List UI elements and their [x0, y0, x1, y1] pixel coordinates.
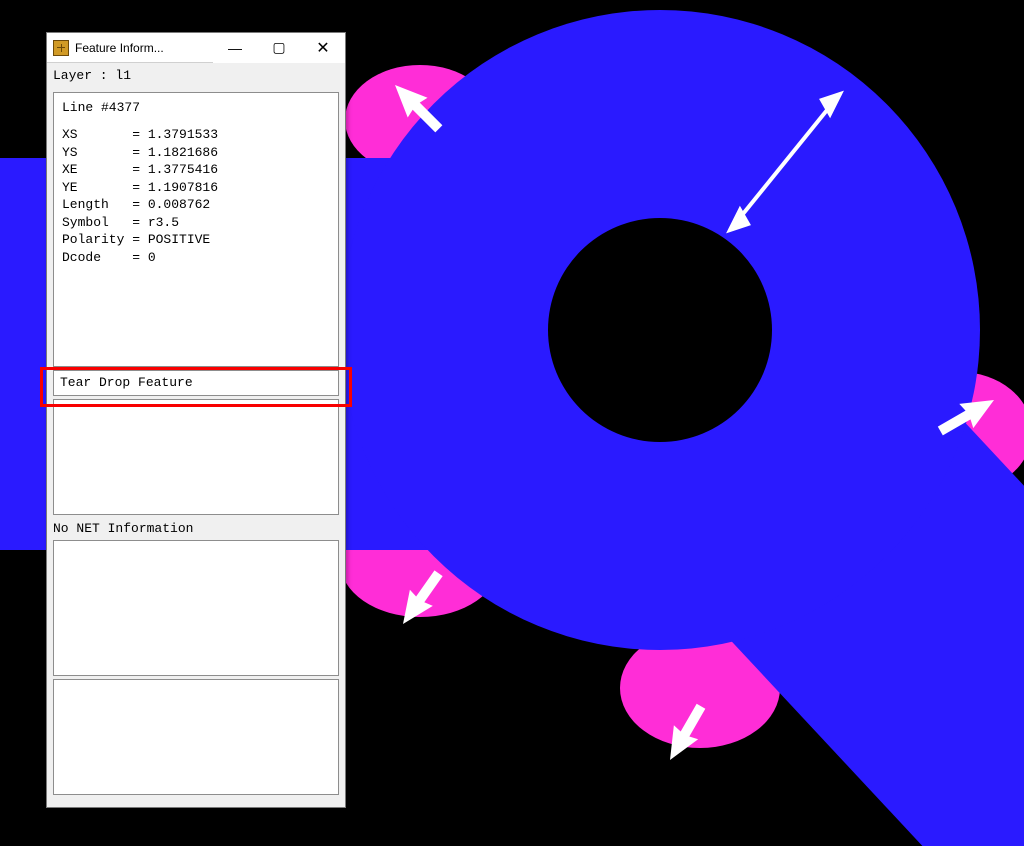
- property-row: Length = 0.008762: [62, 196, 330, 214]
- titlebar[interactable]: Feature Inform... — ▢ ✕: [47, 33, 345, 63]
- minimize-button[interactable]: —: [213, 33, 257, 63]
- feature-properties-list: XS = 1.3791533YS = 1.1821686XE = 1.37754…: [62, 126, 330, 266]
- net-info-label: No NET Information: [47, 518, 345, 538]
- net-pane-2: [53, 679, 339, 795]
- layer-label: Layer : l1: [47, 63, 345, 89]
- feature-title: Line #4377: [62, 99, 330, 117]
- feature-type-pane: Tear Drop Feature: [53, 370, 339, 396]
- attributes-pane: [53, 399, 339, 515]
- window-title: Feature Inform...: [75, 41, 213, 55]
- property-row: XS = 1.3791533: [62, 126, 330, 144]
- app-icon: [53, 40, 69, 56]
- feature-info-dialog: Feature Inform... — ▢ ✕ Layer : l1 Line …: [46, 32, 346, 808]
- maximize-button[interactable]: ▢: [257, 33, 301, 63]
- feature-properties-pane: Line #4377 XS = 1.3791533YS = 1.1821686X…: [53, 92, 339, 367]
- net-pane-1: [53, 540, 339, 676]
- feature-type-text: Tear Drop Feature: [60, 374, 193, 392]
- property-row: YS = 1.1821686: [62, 144, 330, 162]
- property-row: YE = 1.1907816: [62, 179, 330, 197]
- property-row: Polarity = POSITIVE: [62, 231, 330, 249]
- property-row: Dcode = 0: [62, 249, 330, 267]
- close-button[interactable]: ✕: [301, 33, 345, 63]
- property-row: Symbol = r3.5: [62, 214, 330, 232]
- property-row: XE = 1.3775416: [62, 161, 330, 179]
